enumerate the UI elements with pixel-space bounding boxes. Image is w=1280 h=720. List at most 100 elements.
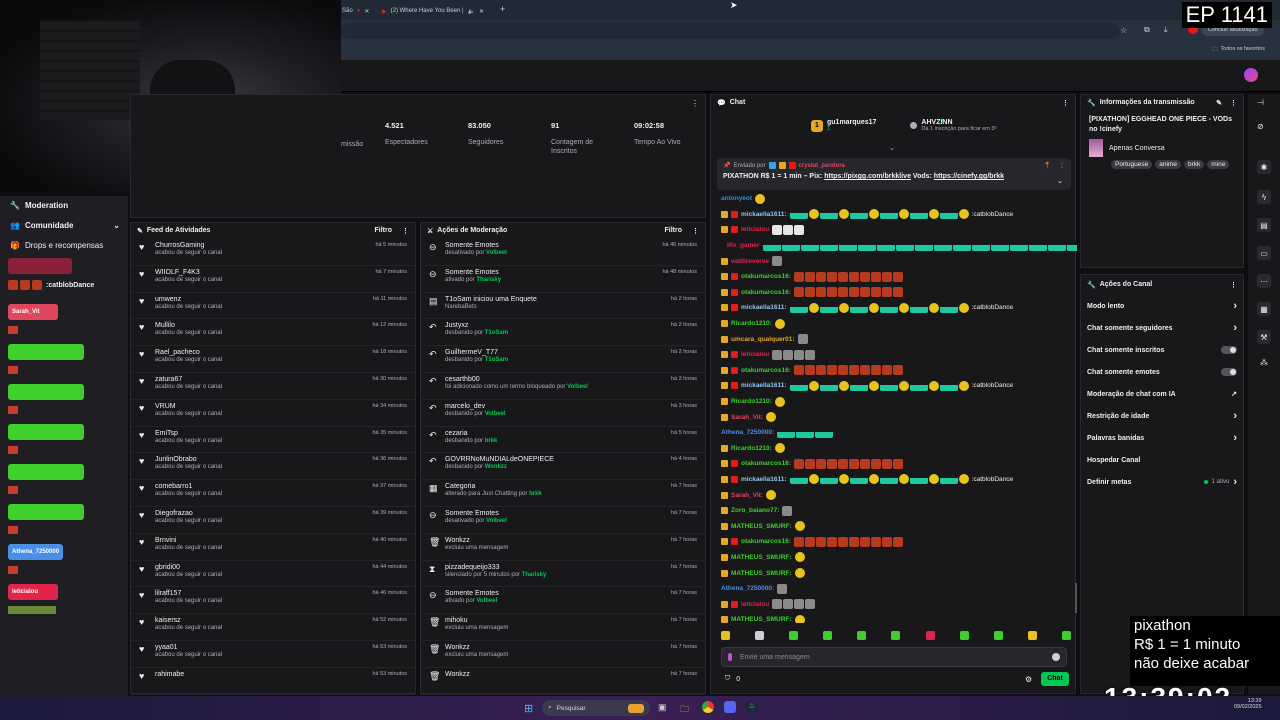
quick-emote-icon[interactable] xyxy=(857,631,867,640)
chat-message[interactable]: otakumarcos16: xyxy=(711,534,1077,550)
activity-item[interactable]: ♥ JunlinObrabo acabou de seguir o canal há … xyxy=(131,453,415,481)
chat-username[interactable]: mickaella1611: xyxy=(741,476,787,483)
channel-action-item[interactable]: Palavras banidas › xyxy=(1081,427,1243,449)
chat-message[interactable]: otakumarcos16: xyxy=(711,456,1077,472)
channel-action-item[interactable]: Restrição de idade › xyxy=(1081,405,1243,427)
chat-message[interactable]: Athena_7250000: xyxy=(711,425,1077,441)
collapse-rail-icon[interactable]: ⊣ xyxy=(1257,98,1264,107)
chat-message[interactable]: otakumarcos16: xyxy=(711,363,1077,379)
activity-user[interactable]: gbridi00 xyxy=(155,564,222,571)
chat-username[interactable]: MATHEUS_SMURF: xyxy=(731,616,792,623)
all-bookmarks-button[interactable]: 🗀 Todos os favoritos xyxy=(1212,46,1265,55)
ban-icon[interactable]: ⊘ xyxy=(1257,122,1264,131)
channel-action-item[interactable]: Hospedar Canal xyxy=(1081,449,1243,471)
taskbar-search[interactable]: ⌕ Pesquisar xyxy=(542,700,650,716)
chat-message[interactable]: umcara_qualquer01: xyxy=(711,331,1077,347)
moderator-name[interactable]: Volbeel xyxy=(476,598,497,604)
mod-action-item[interactable]: 🗑 Wonkzz há 7 horas xyxy=(421,668,705,695)
sub-leaderboard[interactable]: 1 gu1marques17 1 AHVZINN Dá 1 inscrição … xyxy=(811,119,997,132)
chat-username[interactable]: Athena_7250000: xyxy=(721,585,774,592)
toggle-switch[interactable] xyxy=(1221,368,1237,376)
chat-message[interactable]: leticialou xyxy=(711,222,1077,238)
calendar-icon[interactable]: ▦ xyxy=(1257,302,1271,316)
moderator-name[interactable]: Tharisky xyxy=(476,277,501,283)
activity-user[interactable]: VRUM xyxy=(155,403,222,410)
chat-username[interactable]: otakumarcos16: xyxy=(741,273,791,280)
mod-action-item[interactable]: ⊖ Somente Emotes desativado por Volbeel há … xyxy=(421,239,705,266)
activity-user[interactable]: JunlinObrabo xyxy=(155,456,222,463)
chat-username[interactable]: otakumarcos16: xyxy=(741,538,791,545)
chat-message[interactable]: antonyeot xyxy=(711,191,1077,207)
chat-username[interactable]: otakumarcos16: xyxy=(741,289,791,296)
quick-emote-icon[interactable] xyxy=(925,631,935,640)
activity-user[interactable]: ChurrosGaming xyxy=(155,242,222,249)
file-explorer-icon[interactable]: 🗀 xyxy=(680,702,689,718)
wrench-icon[interactable]: ⚒ xyxy=(1257,330,1271,344)
stream-tag[interactable]: mine xyxy=(1207,160,1230,169)
emote-picker-icon[interactable] xyxy=(1052,653,1060,661)
chat-message[interactable]: leticialou xyxy=(711,347,1077,363)
chat-message[interactable]: otakumarcos16: xyxy=(711,285,1077,301)
mod-action-item[interactable]: ↶ cesarthb00 foi adicionado como um termo … xyxy=(421,373,705,400)
chat-message[interactable]: leticialou xyxy=(711,596,1077,612)
chat-message[interactable]: Sarah_Vit: xyxy=(711,487,1077,503)
moderator-name[interactable]: Volbeel xyxy=(485,411,506,417)
collapse-chevron-icon[interactable]: ⌄ xyxy=(889,144,895,152)
chat-scrollbar[interactable] xyxy=(1075,583,1077,613)
more-options-icon[interactable]: ⋮ xyxy=(1230,281,1237,289)
unpin-icon[interactable]: 📍 xyxy=(1044,162,1051,169)
chat-username[interactable]: mickaella1611: xyxy=(741,382,787,389)
chat-username[interactable]: otakumarcos16: xyxy=(741,367,791,374)
mod-action-item[interactable]: ▦ Categoria alterado para Just Chatting po… xyxy=(421,480,705,507)
activity-user[interactable]: Mullilo xyxy=(155,322,222,329)
moderator-name[interactable]: Wonkzz xyxy=(485,464,507,470)
chat-message[interactable]: MATHEUS_SMURF: xyxy=(711,612,1077,623)
activity-user[interactable]: rahimabe xyxy=(155,671,184,678)
mod-action-item[interactable]: ⊖ Somente Emotes ativado por Volbeel há 7 h… xyxy=(421,587,705,615)
activity-item[interactable]: ♥ ChurrosGaming acabou de seguir o canal há… xyxy=(131,239,415,266)
chat-input[interactable]: Envie uma mensagem xyxy=(721,647,1067,667)
chat-username[interactable]: leticialou xyxy=(741,351,769,358)
mod-action-item[interactable]: ↶ marcelo_dev desbanido por Volbeel há 3 ho… xyxy=(421,400,705,427)
chat-message[interactable]: mickaella1611::catblobDance xyxy=(711,378,1077,394)
activity-user[interactable]: umwenz xyxy=(155,296,222,303)
more-options-icon[interactable]: ⋮ xyxy=(1059,162,1065,169)
activity-user[interactable]: Brnvini xyxy=(155,537,222,544)
chat-username[interactable]: umcara_qualquer01: xyxy=(731,336,795,343)
activity-item[interactable]: ♥ EmiTsp acabou de seguir o canal há 35 min… xyxy=(131,427,415,454)
chat-username[interactable]: mickaella1611: xyxy=(741,211,787,218)
browser-tab[interactable]: ▶ (2) Where Have You Been | 🔈 ✕ xyxy=(382,4,484,18)
activity-item[interactable]: ♥ VRUM acabou de seguir o canal há 34 minut… xyxy=(131,400,415,427)
mod-filter-button[interactable]: Filtro xyxy=(665,227,683,235)
activity-item[interactable]: ♥ Diegofrazao acabou de seguir o canal há 3… xyxy=(131,507,415,534)
mod-action-item[interactable]: 🗑 Wonkzz excluiu uma mensagem há 7 horas xyxy=(421,534,705,561)
activity-user[interactable]: kaisersz xyxy=(155,617,222,624)
quick-emote-icon[interactable] xyxy=(823,631,833,640)
channel-action-item[interactable]: Modo lento › xyxy=(1081,295,1243,317)
chat-username[interactable]: Ricardo1210: xyxy=(731,445,772,452)
mic-icon[interactable]: ✱ xyxy=(1257,160,1271,174)
activity-user[interactable]: yyaa01 xyxy=(155,644,222,651)
chat-message[interactable]: otakumarcos16: xyxy=(711,269,1077,285)
edit-icon[interactable]: ✎ xyxy=(1216,99,1222,107)
chat-message[interactable]: MATHEUS_SMURF: xyxy=(711,565,1077,581)
chat-message[interactable]: Ricardo1210: xyxy=(711,441,1077,457)
activity-filter-button[interactable]: Filtro xyxy=(375,227,393,235)
chat-username[interactable]: Ricardo1210: xyxy=(731,320,772,327)
chat-username[interactable]: mickaella1611: xyxy=(741,304,787,311)
chat-settings-icon[interactable]: ⚙ xyxy=(1025,675,1032,684)
chat-username[interactable]: antonyeot xyxy=(721,195,752,202)
channel-action-item[interactable]: Definir metas 1 ativo › xyxy=(1081,471,1243,493)
mod-action-item[interactable]: ↶ Justyxz desbanido por T1oSam há 2 horas xyxy=(421,319,705,347)
chat-username[interactable]: leticialou xyxy=(741,601,769,608)
chat-message[interactable]: Zoro_baiano77: xyxy=(711,503,1077,519)
mod-action-item[interactable]: ↶ cezaria desbanido por brkk há 5 horas xyxy=(421,427,705,454)
nav-moderation[interactable]: 🔧 Moderation xyxy=(10,201,68,210)
bolt-icon[interactable]: ϟ xyxy=(1257,190,1271,204)
bookmark-star-icon[interactable]: ☆ xyxy=(1120,26,1127,35)
activity-item[interactable]: ♥ lilraff157 acabou de seguir o canal há 46… xyxy=(131,587,415,615)
quick-emote-icon[interactable] xyxy=(1061,631,1071,640)
clipboard-icon[interactable]: ▤ xyxy=(1257,218,1271,232)
chat-username[interactable]: Sarah_Vit: xyxy=(731,492,763,499)
chat-message[interactable]: mickaella1611::catblobDance xyxy=(711,300,1077,316)
